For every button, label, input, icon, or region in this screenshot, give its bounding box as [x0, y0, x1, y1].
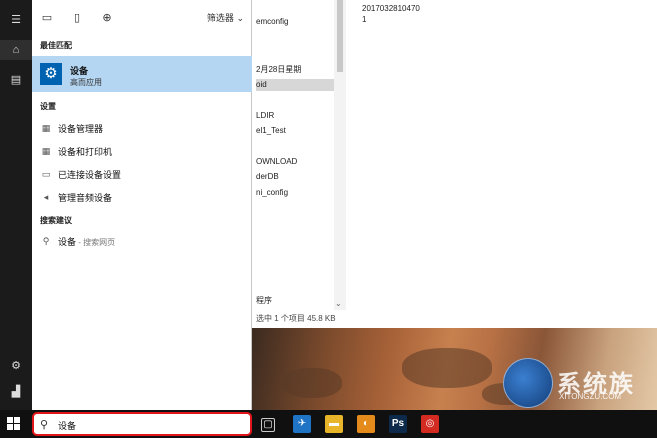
- search-icon: ⚲: [40, 419, 49, 431]
- status-bar: 选中 1 个项目 45.8 KB: [256, 314, 336, 323]
- file-item[interactable]: 程序: [256, 295, 272, 307]
- file-explorer-icon[interactable]: ▬: [325, 415, 343, 433]
- scroll-down-icon[interactable]: ⌄: [335, 299, 342, 308]
- connected-devices-icon: ▭: [41, 169, 51, 179]
- detail-value: 2017032810470: [362, 4, 420, 13]
- browser-icon[interactable]: ◐: [357, 415, 375, 433]
- settings-item-label: 已连接设备设置: [58, 170, 122, 180]
- filter-button[interactable]: 筛选器 ⌄: [207, 11, 244, 24]
- gear-icon: ⚙: [40, 63, 62, 85]
- scrollbar-thumb[interactable]: [337, 0, 343, 72]
- photoshop-icon[interactable]: Ps: [389, 415, 407, 433]
- file-item[interactable]: derDB: [256, 171, 279, 183]
- file-item[interactable]: emconfig: [256, 16, 288, 28]
- speaker-icon: ◂: [43, 192, 49, 202]
- settings-item-audio-devices[interactable]: ◂ 管理音频设备: [32, 187, 252, 207]
- search-panel: ▭ ▯ ⊕ 筛选器 ⌄ 最佳匹配 ⚙ 设备 高而应用 设置 ▦ 设备管理器 ▦ …: [32, 0, 252, 410]
- feather-app-icon[interactable]: ✈: [293, 415, 311, 433]
- apps-icon[interactable]: ▭: [40, 11, 54, 25]
- suggestion-label: 设备: [58, 237, 77, 247]
- user-icon[interactable]: ▟: [8, 384, 24, 400]
- settings-item-label: 管理音频设备: [58, 193, 113, 203]
- watermark-subtext: XITONGZU.COM: [559, 392, 622, 401]
- suggestion-sub: - 搜索网页: [76, 238, 116, 247]
- document-icon[interactable]: ▯: [70, 11, 84, 25]
- device-manager-icon: ▦: [41, 123, 51, 133]
- file-item[interactable]: ni_config: [256, 187, 288, 199]
- suggestions-heading: 搜索建议: [40, 216, 72, 225]
- settings-heading: 设置: [40, 102, 56, 111]
- detail-value: 1: [362, 15, 367, 24]
- file-explorer-window: emconfig 2月28日星期 oid LDIR el1_Test OWNLO…: [252, 0, 657, 328]
- search-input[interactable]: 设备: [58, 419, 76, 432]
- watermark: 系统族 XITONGZU.COM: [503, 358, 653, 408]
- desktop-wallpaper: 系统族 XITONGZU.COM: [252, 328, 657, 410]
- printer-icon: ▦: [41, 146, 51, 156]
- home-icon[interactable]: ⌂: [0, 40, 32, 60]
- settings-item-label: 设备和打印机: [58, 147, 113, 157]
- best-match-subtitle: 高而应用: [70, 78, 102, 87]
- search-icon: ⚲: [42, 236, 50, 246]
- file-item[interactable]: OWNLOAD: [256, 156, 297, 168]
- settings-item-label: 设备管理器: [58, 124, 104, 134]
- best-match-item[interactable]: ⚙ 设备 高而应用: [32, 56, 252, 92]
- file-item-selected[interactable]: oid: [256, 79, 334, 91]
- taskbar: ⚲ 设备 ▢ ✈ ▬ ◐ Ps ◎: [0, 410, 657, 438]
- web-icon[interactable]: ⊕: [100, 11, 114, 25]
- best-match-title: 设备: [70, 66, 89, 76]
- document-icon[interactable]: ▤: [8, 72, 24, 88]
- file-item[interactable]: el1_Test: [256, 125, 286, 137]
- start-left-rail: ☰ ⌂ ▤ ⚙ ▟: [0, 0, 32, 410]
- netease-music-icon[interactable]: ◎: [421, 415, 439, 433]
- settings-item-connected-devices[interactable]: ▭ 已连接设备设置: [32, 164, 252, 184]
- hamburger-icon[interactable]: ☰: [8, 12, 24, 28]
- windows-start-icon[interactable]: [7, 417, 21, 431]
- web-suggestion-item[interactable]: ⚲ 设备 - 搜索网页: [32, 231, 252, 251]
- taskbar-search-box[interactable]: ⚲ 设备: [32, 412, 252, 436]
- best-match-heading: 最佳匹配: [40, 41, 72, 50]
- settings-icon[interactable]: ⚙: [8, 358, 24, 374]
- file-item[interactable]: LDIR: [256, 110, 274, 122]
- chevron-down-icon: ⌄: [236, 13, 244, 23]
- task-view-icon[interactable]: ▢: [261, 418, 275, 432]
- filter-label: 筛选器: [206, 13, 234, 23]
- settings-item-devices-printers[interactable]: ▦ 设备和打印机: [32, 141, 252, 161]
- file-item[interactable]: 2月28日星期: [256, 64, 301, 76]
- file-list: emconfig 2月28日星期 oid LDIR el1_Test OWNLO…: [252, 0, 334, 310]
- panel-header: ▭ ▯ ⊕ 筛选器 ⌄: [32, 0, 252, 36]
- settings-item-device-manager[interactable]: ▦ 设备管理器: [32, 118, 252, 138]
- vertical-scrollbar[interactable]: ⌄: [334, 0, 346, 310]
- watermark-logo-icon: [503, 358, 553, 408]
